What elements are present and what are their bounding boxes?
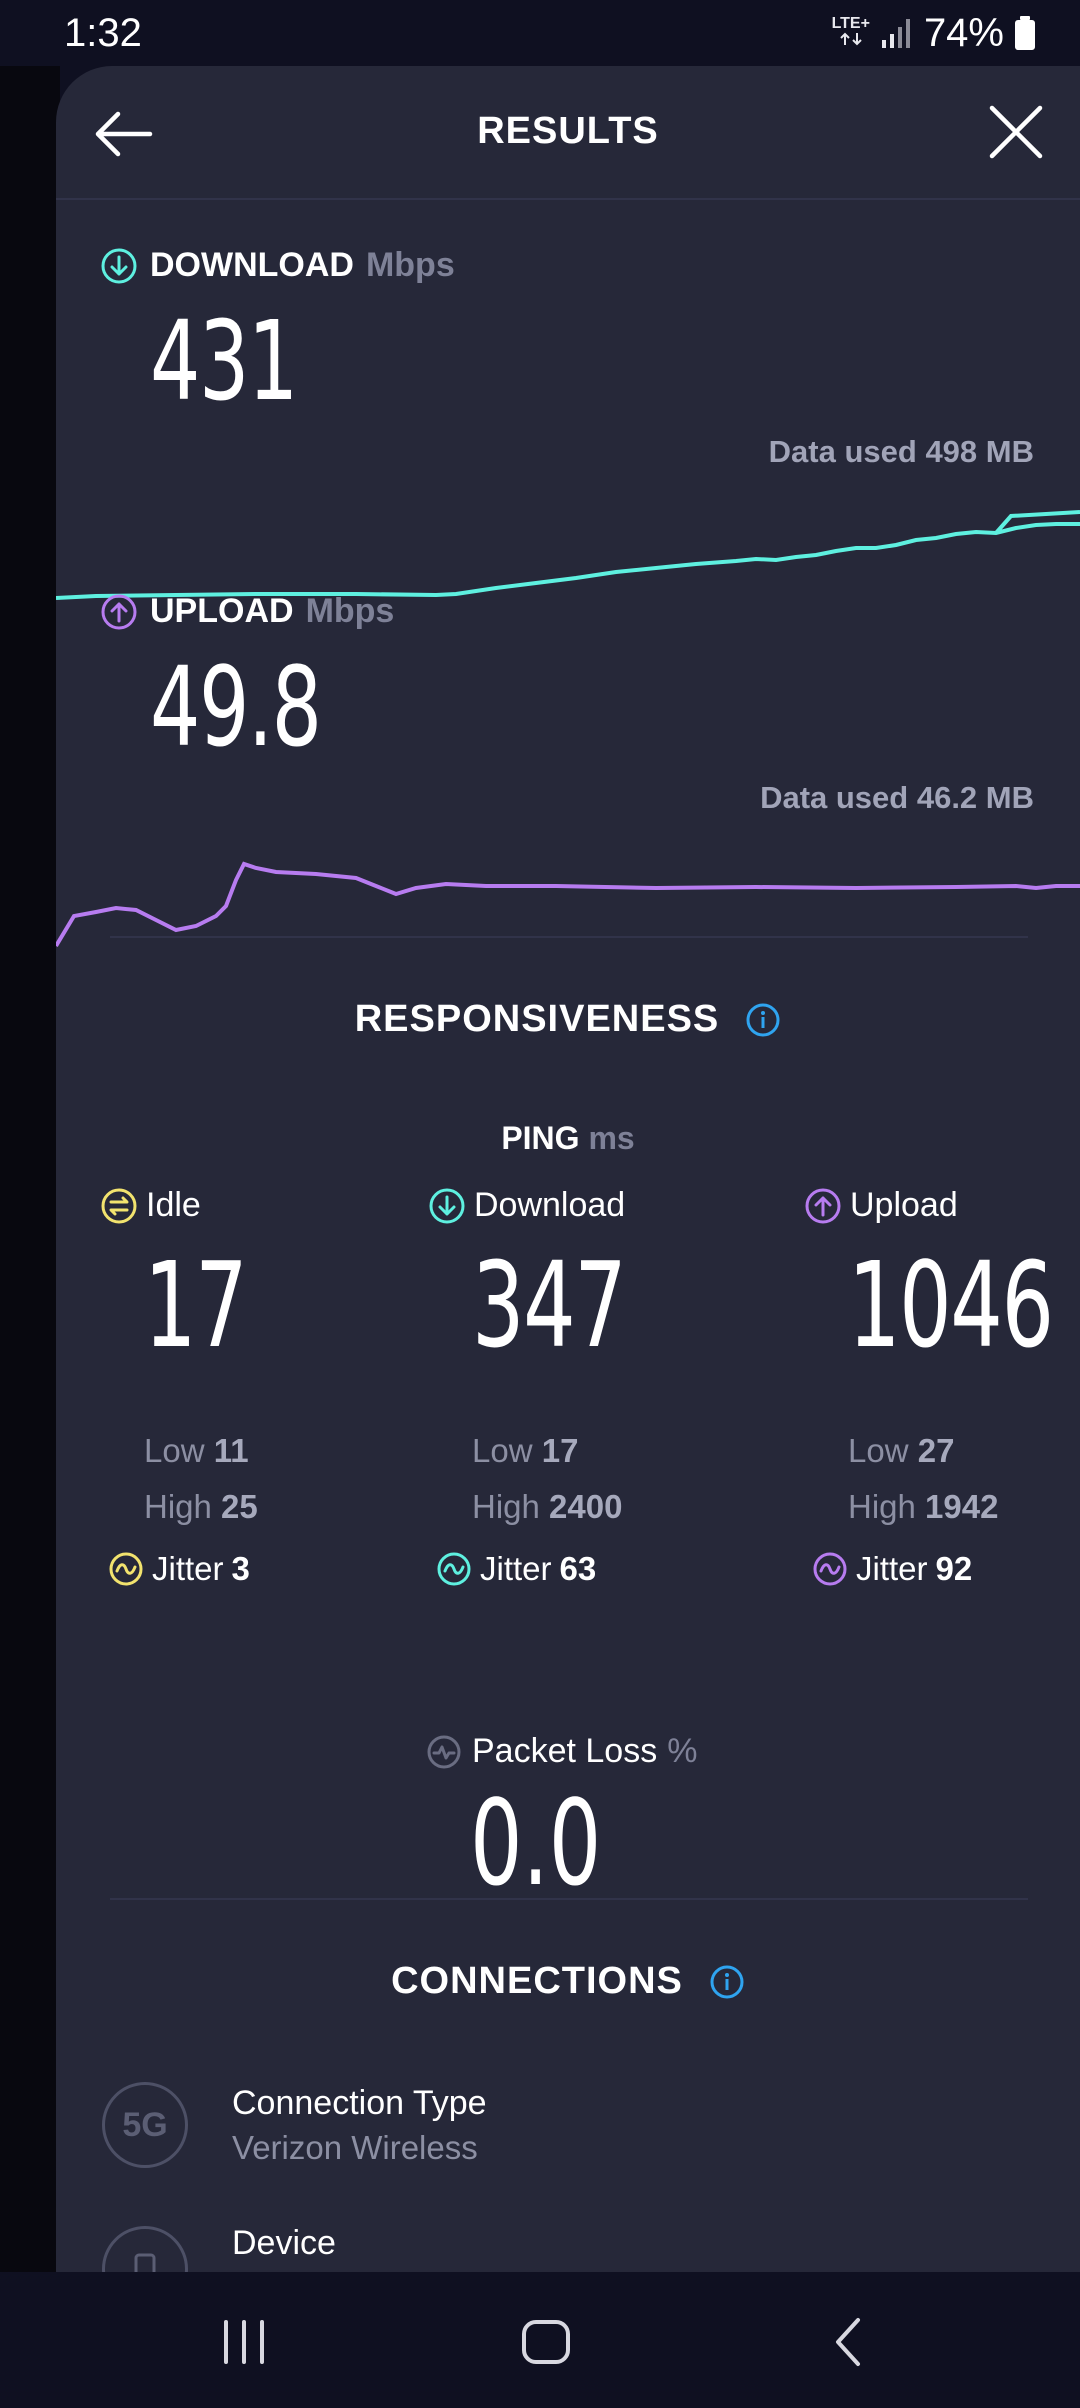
download-title: DOWNLOAD [150,246,354,284]
ping-idle-column: Idle 17 Low 11 High 25 Jitter 3 [100,1186,400,1587]
ping-upload-low: Low 27 [848,1432,955,1469]
info-icon[interactable] [745,1002,781,1038]
close-icon[interactable] [986,102,1046,162]
ping-download-header: Download [428,1186,728,1225]
download-unit: Mbps [365,246,455,284]
ping-upload-jitter: Jitter 92 [812,1550,972,1588]
5g-badge-icon: 5G [102,2082,188,2168]
upload-arrow-icon [101,594,137,629]
ping-download-low: Low 17 [472,1432,579,1469]
ping-idle-header: Idle [100,1186,400,1225]
upload-label: UPLOAD Mbps [100,592,394,631]
upload-speed-graph [56,861,1080,948]
device-icon [102,2226,188,2272]
battery-percentage: 74% [923,10,1004,55]
upload-speed: 49.8 [150,643,322,771]
ping-upload-value: 1046 [848,1236,1054,1374]
ping-label: PING ms [501,1120,635,1156]
divider [110,936,1028,938]
packet-loss-icon [427,1735,461,1768]
device-label: Device [232,2224,336,2262]
results-header: RESULTS [56,66,1080,200]
idle-icon [101,1188,137,1223]
ping-download-column: Download 347 Low 17 High 2400 Jitter 63 [428,1186,728,1587]
lte-indicator: LTE+ [832,16,870,50]
download-speed: 431 [150,297,298,425]
divider [110,1898,1028,1900]
upload-title: UPLOAD [150,592,294,630]
ping-upload-column: Upload 1046 Low 27 High 1942 Jitter 92 [804,1186,1080,1587]
device-text: Device [232,2224,336,2263]
device-row[interactable]: Device [102,2224,336,2272]
results-sheet: RESULTS DOWNLOAD Mbps 431 Data used 498 … [56,66,1080,2272]
connection-type-text: Connection Type Verizon Wireless [232,2084,487,2167]
connection-type-row[interactable]: 5G Connection Type Verizon Wireless [102,2082,487,2168]
jitter-icon [813,1552,847,1586]
download-data-used: Data used 498 MB [768,434,1034,469]
download-arrow-icon [429,1188,465,1223]
download-arrow-icon [101,248,137,283]
jitter-icon [109,1552,143,1586]
status-indicators: LTE+ 74% [832,11,1036,56]
ping-download-value: 347 [472,1236,627,1374]
battery-icon [1015,16,1035,50]
connection-provider: Verizon Wireless [232,2128,478,2166]
responsiveness-section-title: RESPONSIVENESS [56,998,1080,1041]
connection-type-label: Connection Type [232,2083,487,2122]
ping-download-jitter: Jitter 63 [436,1550,596,1588]
page-title: RESULTS [477,110,659,152]
back-nav-icon[interactable] [818,2312,878,2372]
packet-loss-value: 0.0 [470,1774,602,1912]
ping-upload-header: Upload [804,1186,1080,1225]
navigation-bar [0,2272,1080,2408]
phone-icon [134,2253,156,2272]
connections-section-title: CONNECTIONS [56,1960,1080,2003]
status-time: 1:32 [64,10,142,55]
underlying-app-edge [0,66,60,2272]
ping-idle-value: 17 [144,1236,248,1374]
ping-idle-jitter: Jitter 3 [108,1550,250,1588]
recent-apps-icon[interactable] [214,2312,274,2372]
ping-idle-low: Low 11 [144,1432,249,1469]
responsiveness-title: RESPONSIVENESS [354,998,720,1040]
signal-icon [881,19,910,48]
ping-idle-high: High 25 [144,1488,258,1525]
upload-arrow-icon [805,1188,841,1223]
home-icon[interactable] [516,2312,576,2372]
status-bar: 1:32 LTE+ 74% [0,0,1080,66]
ping-upload-high: High 1942 [848,1488,999,1525]
data-arrows-icon [840,32,862,46]
packet-loss-header: Packet Loss % [426,1732,697,1771]
upload-unit: Mbps [305,592,395,630]
connections-title: CONNECTIONS [391,1960,683,2002]
download-label: DOWNLOAD Mbps [100,246,455,285]
info-icon[interactable] [709,1964,745,2000]
jitter-icon [437,1552,471,1586]
ping-download-high: High 2400 [472,1488,623,1525]
